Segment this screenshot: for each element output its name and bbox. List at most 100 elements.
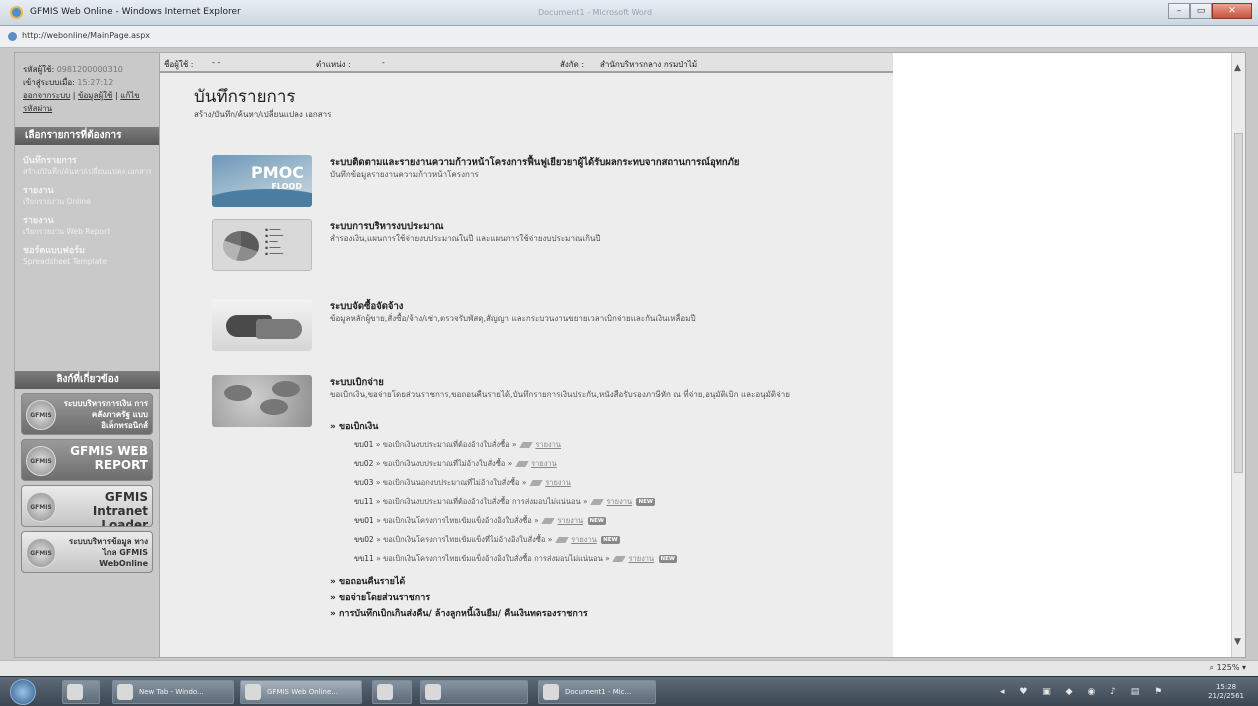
- ie-icon: [10, 6, 23, 19]
- related-links-header: ลิงก์ที่เกี่ยวข้อง: [15, 371, 160, 389]
- row-text[interactable]: » ขอเบิกเงินโครงการไทยเข้มแข็งอ้างอิงใบส…: [376, 516, 538, 525]
- payment-row[interactable]: ขบ03 » ขอเบิกเงินนอกงบประมาณที่ไม่อ้างใบ…: [330, 473, 890, 492]
- pmoc-flood-thumbnail[interactable]: PMOC FLOOD: [212, 155, 312, 207]
- section-title[interactable]: ระบบติดตามและรายงานความก้าวหน้าโครงการฟื…: [330, 155, 740, 170]
- flower-thumbnail[interactable]: [212, 375, 312, 427]
- ie-icon: [117, 684, 133, 700]
- budget-chart-thumbnail[interactable]: ▪ ━━━━ ▪ ━━━━━ ▪ ━━━ ▪ ━━━━ ▪ ━━━━━: [212, 219, 312, 271]
- sidebar-item-sub[interactable]: เรียกรายงาน Web Report: [23, 227, 153, 237]
- payment-row[interactable]: ขข11 » ขอเบิกเงินโครงการไทยเข้มแข็งอ้างอ…: [330, 549, 890, 568]
- section-desc: ขอเบิกเงิน,ขอจ่ายโดยส่วนราชการ,ขอถอนคืนร…: [330, 390, 790, 399]
- group-request-payment[interactable]: » ขอเบิกเงิน: [330, 419, 890, 435]
- scroll-down-icon[interactable]: ▼: [1234, 637, 1241, 647]
- taskbar-button[interactable]: Document1 - Mic...: [538, 680, 656, 704]
- tray-icons[interactable]: ◂ ♥ ▣ ◆ ◉ ♪ ▤ ⚑: [1000, 687, 1168, 697]
- sidebar-item-title[interactable]: บันทึกรายการ: [23, 153, 153, 167]
- section-pmoc: PMOC FLOOD ระบบติดตามและรายงานความก้าวหน…: [212, 155, 892, 211]
- page-favicon-icon: [8, 32, 17, 41]
- close-button[interactable]: ✕: [1212, 3, 1252, 19]
- start-button[interactable]: [10, 679, 36, 705]
- payment-row[interactable]: ขบ02 » ขอเบิกเงินงบประมาณที่ไม่อ้างใบสั่…: [330, 454, 890, 473]
- wave-shape: [212, 189, 312, 207]
- sidebar-item-sub[interactable]: สร้าง/บันทึก/ค้นหา/เปลี่ยนแปลง เอกสาร: [23, 167, 153, 177]
- user-id-label: รหัสผู้ใช้:: [23, 65, 55, 74]
- row-text[interactable]: » ขอเบิกเงินงบประมาณที่ไม่อ้างใบสั่งซื้อ…: [376, 459, 512, 468]
- section-title[interactable]: ระบบการบริหารงบประมาณ: [330, 219, 444, 234]
- group-pay-by-agency[interactable]: » ขอจ่ายโดยส่วนราชการ: [330, 590, 890, 606]
- report-link[interactable]: รายงาน: [629, 554, 655, 563]
- word-icon: [543, 684, 559, 700]
- row-text[interactable]: » ขอเบิกเงินโครงการไทยเข้มแข็งอ้างอิงใบส…: [376, 554, 610, 563]
- taskbar-button[interactable]: [420, 680, 528, 704]
- new-badge: NEW: [636, 498, 655, 506]
- sidebar-item-title[interactable]: ชอร์ตแบบฟอร์ม: [23, 243, 153, 257]
- pencil-icon[interactable]: [514, 461, 529, 467]
- section-title[interactable]: ระบบจัดซื้อจัดจ้าง: [330, 299, 403, 314]
- top-user-label: ชื่อผู้ใช้ :: [164, 60, 194, 69]
- leaf-shape: [272, 381, 300, 397]
- sidebar-item-sub[interactable]: Spreadsheet Template: [23, 257, 153, 267]
- gfmis-intranet-loader-banner[interactable]: GFMIS GFMIS Intranet Loader: [21, 485, 153, 527]
- sidebar-item-title[interactable]: รายงาน: [23, 183, 153, 197]
- gfmis-portal-banner[interactable]: GFMIS ระบบบริหารการเงิน การคลังภาครัฐ แบ…: [21, 393, 153, 435]
- system-tray: ◂ ♥ ▣ ◆ ◉ ♪ ▤ ⚑ 15:28 21/2/2561: [990, 680, 1250, 704]
- sidebar-menu: บันทึกรายการ สร้าง/บันทึก/ค้นหา/เปลี่ยนแ…: [15, 145, 159, 267]
- sidebar-item-web-report[interactable]: รายงาน เรียกรายงาน Web Report: [23, 213, 153, 237]
- report-link[interactable]: รายงาน: [606, 497, 632, 506]
- sidebar-item-title[interactable]: รายงาน: [23, 213, 153, 227]
- payment-row[interactable]: ขบ11 » ขอเบิกเงินงบประมาณที่ต้องอ้างใบสั…: [330, 492, 890, 511]
- window-title-bar: GFMIS Web Online - Windows Internet Expl…: [0, 0, 1258, 26]
- payment-list: » ขอเบิกเงิน ขบ01 » ขอเบิกเงินงบประมาณที…: [330, 419, 890, 622]
- gfmis-webonline-banner[interactable]: GFMIS ระบบบริหารข้อมูล ทางไกล GFMIS WebO…: [21, 531, 153, 573]
- row-code: ขบ11: [354, 497, 374, 506]
- profile-link[interactable]: ข้อมูลผู้ใช้: [78, 91, 112, 100]
- sidebar-item-spreadsheet[interactable]: ชอร์ตแบบฟอร์ม Spreadsheet Template: [23, 243, 153, 267]
- pencil-icon[interactable]: [612, 556, 626, 562]
- clock[interactable]: 15:28 21/2/2561: [1208, 683, 1244, 701]
- banner-text: GFMIS WEB REPORT: [70, 444, 148, 472]
- pencil-icon[interactable]: [541, 518, 555, 524]
- payment-row[interactable]: ขข02 » ขอเบิกเงินโครงการไทยเข้มแข็งที่ไม…: [330, 530, 890, 549]
- payment-row[interactable]: ขข01 » ขอเบิกเงินโครงการไทยเข้มแข็งอ้างอ…: [330, 511, 890, 530]
- media-player-button[interactable]: [62, 680, 100, 704]
- report-link[interactable]: รายงาน: [535, 440, 561, 449]
- main-content: ชื่อผู้ใช้ : - - ตำแหน่ง : - สังกัด : สำ…: [160, 53, 893, 657]
- flood-logo: FLOOD: [271, 182, 302, 191]
- report-link[interactable]: รายงาน: [571, 535, 597, 544]
- taskbar-button[interactable]: [372, 680, 412, 704]
- banner-text: GFMIS Intranet Loader: [92, 490, 148, 527]
- taskbar-label: Document1 - Mic...: [565, 688, 632, 696]
- row-text[interactable]: » ขอเบิกเงินนอกงบประมาณที่ไม่อ้างใบสั่งซ…: [376, 478, 527, 487]
- pencil-icon[interactable]: [555, 537, 569, 543]
- group-refund-income[interactable]: » ขอถอนคืนรายได้: [330, 574, 890, 590]
- page-title: บันทึกรายการ: [194, 87, 296, 107]
- scroll-thumb[interactable]: [1234, 133, 1243, 473]
- section-desc: สำรองเงิน,แผนการใช้จ่ายงบประมาณในปี และแ…: [330, 234, 601, 243]
- section-title[interactable]: ระบบเบิกจ่าย: [330, 375, 384, 390]
- report-link[interactable]: รายงาน: [531, 459, 557, 468]
- minimize-button[interactable]: –: [1168, 3, 1190, 19]
- logout-link[interactable]: ออกจากระบบ: [23, 91, 70, 100]
- row-text[interactable]: » ขอเบิกเงินงบประมาณที่ต้องอ้างใบสั่งซื้…: [376, 440, 517, 449]
- sidebar-item-report-online[interactable]: รายงาน เรียกรายงาน Online: [23, 183, 153, 207]
- row-text[interactable]: » ขอเบิกเงินงบประมาณที่ต้องอ้างใบสั่งซื้…: [376, 497, 588, 506]
- gfmis-web-report-banner[interactable]: GFMIS GFMIS WEB REPORT: [21, 439, 153, 481]
- pencil-icon[interactable]: [519, 442, 533, 448]
- vertical-scrollbar[interactable]: ▲ ▼: [1231, 53, 1245, 657]
- report-link[interactable]: รายงาน: [545, 478, 571, 487]
- report-link[interactable]: รายงาน: [557, 516, 583, 525]
- pencil-icon[interactable]: [590, 499, 604, 505]
- taskbar-button[interactable]: New Tab - Windo...: [112, 680, 234, 704]
- group-overpayment[interactable]: » การบันทึกเบิกเกินส่งคืน/ ล้างลูกหนี้เง…: [330, 606, 890, 622]
- url-field[interactable]: http://webonline/MainPage.aspx: [22, 31, 150, 40]
- pencil-icon[interactable]: [529, 480, 543, 486]
- payment-row[interactable]: ขบ01 » ขอเบิกเงินงบประมาณที่ต้องอ้างใบสั…: [330, 435, 890, 454]
- scroll-up-icon[interactable]: ▲: [1234, 63, 1241, 73]
- zoom-level[interactable]: ⌕ 125% ▾: [1210, 663, 1246, 673]
- row-text[interactable]: » ขอเบิกเงินโครงการไทยเข้มแข็งที่ไม่อ้าง…: [376, 535, 552, 544]
- sidebar-item-record[interactable]: บันทึกรายการ สร้าง/บันทึก/ค้นหา/เปลี่ยนแ…: [23, 153, 153, 177]
- maximize-button[interactable]: ▭: [1190, 3, 1212, 19]
- taskbar-button[interactable]: GFMIS Web Online...: [240, 680, 362, 704]
- handshake-thumbnail[interactable]: [212, 299, 312, 351]
- sidebar-item-sub[interactable]: เรียกรายงาน Online: [23, 197, 153, 207]
